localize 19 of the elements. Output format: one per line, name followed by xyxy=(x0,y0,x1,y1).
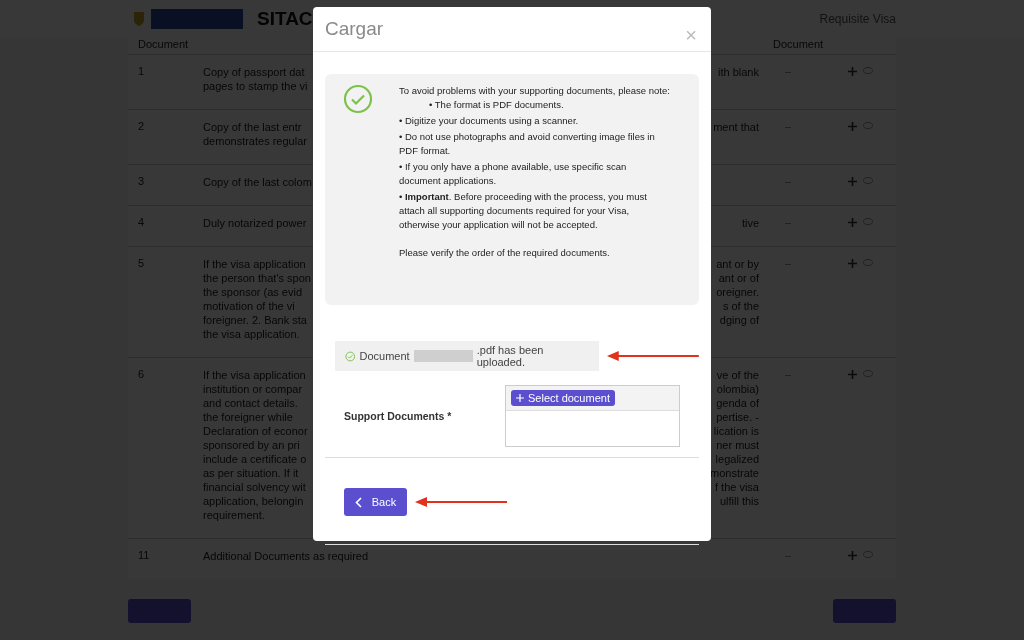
info-bullet: • Digitize your documents using a scanner. xyxy=(399,114,580,128)
info-bullet: • The format is PDF documents. xyxy=(428,98,565,112)
dialog-title: Cargar xyxy=(325,18,384,40)
select-document-button[interactable]: Select document xyxy=(511,390,615,406)
chevron-left-icon xyxy=(354,496,362,508)
back-button[interactable]: Back xyxy=(344,488,407,516)
field-label: Support Documents * xyxy=(344,410,453,422)
redacted-filename xyxy=(413,350,473,362)
plus-icon xyxy=(516,394,524,402)
info-text: Please verify the order of the required documents. xyxy=(399,246,611,260)
check-circle-icon xyxy=(343,84,373,114)
info-bullet: • Do not use photographs and avoid converting image files in PDF format. xyxy=(399,130,656,158)
check-circle-icon xyxy=(345,350,356,362)
info-text: To avoid problems with your supporting documents, please note: xyxy=(399,84,670,98)
status-text: .pdf has been uploaded. xyxy=(476,344,545,368)
file-drop-field[interactable]: Select document xyxy=(505,385,680,447)
info-bullet: • If you only have a phone available, use specific scan document applications. xyxy=(399,160,628,188)
status-text: Document xyxy=(359,350,410,362)
info-bullet: • Important. Before proceeding with the process, you must attach all supporting documents required for your Visa, otherwise your application will not be accepted. xyxy=(399,190,648,232)
